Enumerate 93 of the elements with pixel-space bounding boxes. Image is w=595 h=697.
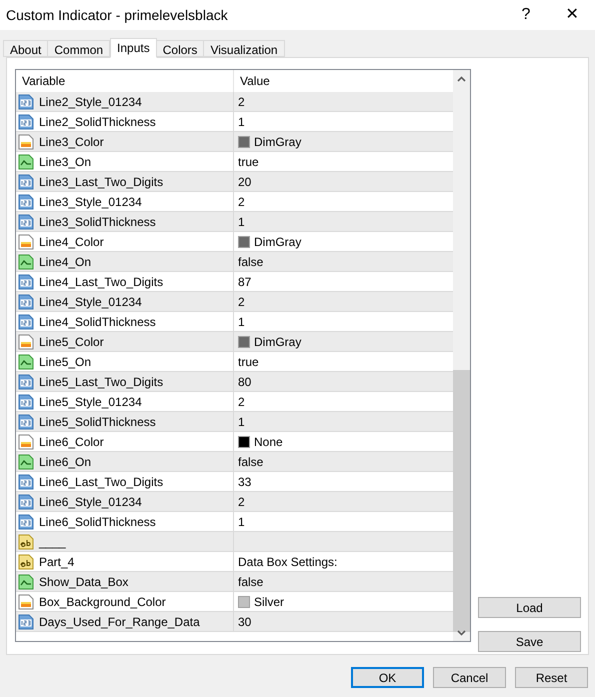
value-cell[interactable]: DimGray — [254, 132, 302, 150]
scroll-down-icon[interactable] — [457, 630, 466, 636]
value-cell[interactable]: 33 — [238, 472, 252, 490]
column-header[interactable]: Value — [234, 70, 453, 92]
dialog-button[interactable]: Cancel — [433, 667, 506, 688]
value-cell[interactable]: false — [238, 452, 264, 470]
value-cell[interactable]: 1 — [238, 412, 245, 430]
value-cell[interactable]: 1 — [238, 112, 245, 130]
value-cell[interactable]: true — [238, 352, 259, 370]
variable-name: Line4_Style_01234 — [39, 294, 142, 310]
variable-name: Part_4 — [39, 554, 74, 570]
toggle-icon — [18, 254, 34, 270]
toggle-icon — [18, 154, 34, 170]
value-cell[interactable]: 87 — [238, 272, 252, 290]
tab[interactable]: Visualization — [203, 40, 285, 57]
scrollbar-thumb[interactable] — [453, 370, 470, 632]
number-icon — [18, 614, 34, 630]
variable-name: Line5_Style_01234 — [39, 394, 142, 410]
variable-name: Line2_SolidThickness — [39, 114, 156, 130]
color-swatch[interactable] — [238, 236, 250, 248]
number-icon — [18, 414, 34, 430]
value-cell[interactable]: 30 — [238, 612, 252, 630]
variable-name: Line2_Style_01234 — [39, 94, 142, 110]
value-cell[interactable]: 2 — [238, 492, 245, 510]
value-cell[interactable]: 2 — [238, 392, 245, 410]
value-cell[interactable]: Silver — [254, 592, 284, 610]
tab[interactable]: About — [3, 40, 48, 57]
value-cell[interactable]: 80 — [238, 372, 252, 390]
color-swatch[interactable] — [238, 136, 250, 148]
variable-name: Line6_Color — [39, 434, 104, 450]
value-cell[interactable]: 2 — [238, 192, 245, 210]
value-cell[interactable]: 20 — [238, 172, 252, 190]
variable-name: Line5_On — [39, 354, 92, 370]
variable-name: Line5_SolidThickness — [39, 414, 156, 430]
variable-name: Line4_Last_Two_Digits — [39, 274, 164, 290]
number-icon — [18, 374, 34, 390]
variable-name: Box_Background_Color — [39, 594, 166, 610]
help-button[interactable]: ? — [503, 3, 549, 27]
variable-name: Show_Data_Box — [39, 574, 128, 590]
variable-name: Line4_On — [39, 254, 92, 270]
number-icon — [18, 494, 34, 510]
scroll-up-icon[interactable] — [457, 76, 466, 82]
tab[interactable]: Inputs — [110, 38, 157, 58]
variable-name: Line6_Style_01234 — [39, 494, 142, 510]
variable-name: Line5_Color — [39, 334, 104, 350]
color-swatch[interactable] — [238, 596, 250, 608]
color-swatch[interactable] — [238, 436, 250, 448]
tab[interactable]: Colors — [156, 40, 204, 57]
value-cell[interactable]: 2 — [238, 92, 245, 110]
variable-name: Line6_On — [39, 454, 92, 470]
variable-name: Line4_SolidThickness — [39, 314, 156, 330]
value-cell[interactable]: 1 — [238, 512, 245, 530]
variable-name: Days_Used_For_Range_Data — [39, 614, 200, 630]
value-cell[interactable]: 1 — [238, 312, 245, 330]
variable-name: ____ — [39, 534, 66, 550]
variable-name: Line5_Last_Two_Digits — [39, 374, 164, 390]
number-icon — [18, 174, 34, 190]
side-button[interactable]: Load — [478, 597, 581, 618]
variable-name: Line6_Last_Two_Digits — [39, 474, 164, 490]
value-cell[interactable]: DimGray — [254, 232, 302, 250]
toggle-icon — [18, 354, 34, 370]
value-cell[interactable]: false — [238, 572, 264, 590]
value-cell[interactable]: 2 — [238, 292, 245, 310]
dialog-button[interactable]: OK — [351, 667, 424, 688]
color-icon — [18, 134, 34, 150]
number-icon — [18, 214, 34, 230]
variable-name: Line3_Color — [39, 134, 104, 150]
value-cell[interactable]: true — [238, 152, 259, 170]
window-title: Custom Indicator - primelevelsblack — [6, 6, 228, 25]
tab[interactable]: Common — [47, 40, 110, 57]
side-button[interactable]: Save — [478, 631, 581, 652]
variable-name: Line6_SolidThickness — [39, 514, 156, 530]
scrollbar[interactable] — [453, 70, 470, 641]
variable-name: Line3_Style_01234 — [39, 194, 142, 210]
toggle-icon — [18, 574, 34, 590]
variable-name: Line3_On — [39, 154, 92, 170]
dialog-button[interactable]: Reset — [515, 667, 588, 688]
variable-name: Line3_SolidThickness — [39, 214, 156, 230]
close-button[interactable]: ✕ — [549, 3, 595, 27]
color-icon — [18, 334, 34, 350]
value-cell[interactable]: false — [238, 252, 264, 270]
variable-name: Line4_Color — [39, 234, 104, 250]
value-cell[interactable]: DimGray — [254, 332, 302, 350]
number-icon — [18, 94, 34, 110]
text-icon — [18, 534, 34, 550]
value-cell[interactable]: None — [254, 432, 283, 450]
variable-name: Line3_Last_Two_Digits — [39, 174, 164, 190]
toggle-icon — [18, 454, 34, 470]
value-cell[interactable]: 1 — [238, 212, 245, 230]
text-icon — [18, 554, 34, 570]
color-swatch[interactable] — [238, 336, 250, 348]
number-icon — [18, 294, 34, 310]
value-cell[interactable]: Data Box Settings: — [238, 552, 338, 570]
